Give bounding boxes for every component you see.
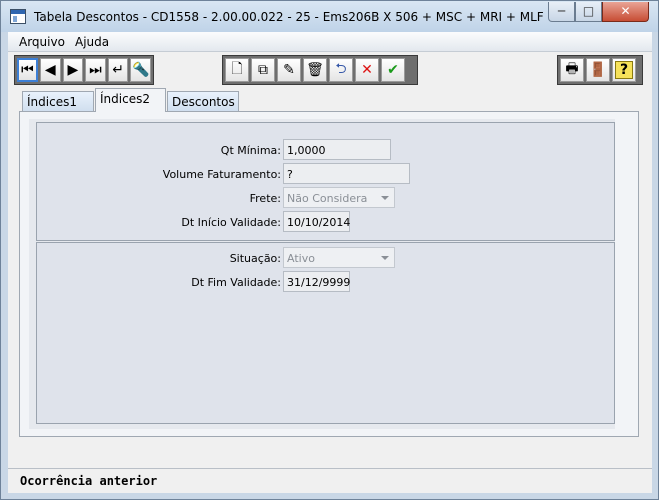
qt-minima-label: Qt Mínima: — [220, 144, 281, 157]
confirm-button[interactable]: ✔ — [381, 58, 405, 82]
application-window: Tabela Descontos - CD1558 - 2.00.00.022 … — [0, 0, 659, 500]
volume-faturamento-label: Volume Faturamento: — [162, 168, 281, 181]
status-text: Ocorrência anterior — [20, 474, 158, 488]
menu-arquivo[interactable]: Arquivo — [19, 35, 65, 49]
first-record-button[interactable]: ⏮ — [17, 58, 38, 82]
tab-indices1[interactable]: Índices1 — [22, 91, 94, 112]
copy-button[interactable]: ⧉ — [251, 58, 275, 82]
edit-toolbar-group: 🗋 ⧉ ✎ 🗑 ⮌ ✕ ✔ — [222, 55, 418, 85]
frete-label: Frete: — [249, 192, 281, 205]
new-button[interactable]: 🗋 — [225, 58, 249, 82]
status-bar: Ocorrência anterior — [8, 468, 652, 493]
help-icon: ? — [614, 61, 634, 79]
tab-indices2[interactable]: Índices2 — [95, 88, 166, 112]
dt-inicio-label: Dt Início Validade: — [181, 216, 281, 229]
situacao-combo[interactable]: Ativo — [283, 247, 395, 268]
close-button[interactable]: ✕ — [602, 2, 649, 22]
previous-record-icon: ◀ — [44, 62, 56, 78]
situacao-label: Situação: — [229, 252, 281, 265]
chevron-down-icon — [381, 196, 389, 200]
cancel-button[interactable]: ✕ — [355, 58, 379, 82]
title-bar[interactable]: Tabela Descontos - CD1558 - 2.00.00.022 … — [1, 1, 658, 32]
exit-icon: 🚪 — [589, 62, 607, 78]
search-button[interactable]: 🔦 — [130, 58, 151, 82]
groupbox-quantities: Qt Mínima: 1,0000 Volume Faturamento: ? … — [36, 122, 615, 241]
window-title: Tabela Descontos - CD1558 - 2.00.00.022 … — [34, 10, 592, 24]
undo-icon: ⮌ — [335, 61, 347, 77]
delete-icon: 🗑 — [306, 62, 324, 78]
edit-icon: ✎ — [283, 62, 295, 78]
goto-button[interactable]: ↵ — [107, 58, 129, 82]
dt-inicio-field[interactable]: 10/10/2014 — [283, 211, 350, 232]
delete-button[interactable]: 🗑 — [303, 58, 327, 82]
panel-inner: Qt Mínima: 1,0000 Volume Faturamento: ? … — [29, 119, 615, 429]
situacao-value: Ativo — [287, 252, 315, 265]
chevron-down-icon — [381, 256, 389, 260]
exit-button[interactable]: 🚪 — [586, 58, 610, 82]
previous-record-button[interactable]: ◀ — [39, 58, 61, 82]
copy-icon: ⧉ — [258, 62, 268, 78]
tab-panel-indices2: Qt Mínima: 1,0000 Volume Faturamento: ? … — [19, 111, 639, 437]
volume-faturamento-field[interactable]: ? — [283, 163, 410, 184]
qt-minima-field[interactable]: 1,0000 — [283, 139, 391, 160]
print-button[interactable]: 🖶 — [560, 58, 584, 82]
new-document-icon: 🗋 — [231, 61, 243, 77]
last-record-button[interactable]: ⏭ — [85, 58, 106, 82]
edit-button[interactable]: ✎ — [277, 58, 301, 82]
search-icon: 🔦 — [131, 62, 150, 78]
menu-ajuda[interactable]: Ajuda — [75, 35, 109, 49]
dt-fim-label: Dt Fim Validade: — [191, 276, 281, 289]
toolbar: ⏮ ◀ ▶ ⏭ ↵ 🔦 🗋 ⧉ ✎ 🗑 ⮌ ✕ ✔ 🖶 🚪 ? — [8, 53, 652, 87]
app-icon — [10, 9, 26, 24]
last-record-icon: ⏭ — [89, 62, 102, 78]
cancel-icon: ✕ — [361, 62, 373, 78]
tab-descontos[interactable]: Descontos — [167, 91, 239, 112]
dt-fim-field[interactable]: 31/12/9999 — [283, 271, 350, 292]
maximize-button[interactable]: □ — [575, 2, 602, 22]
groupbox-status: Situação: Ativo Dt Fim Validade: 31/12/9… — [36, 242, 615, 424]
minimize-button[interactable]: ─ — [548, 2, 575, 22]
next-record-icon: ▶ — [67, 62, 79, 78]
menu-bar: Arquivo Ajuda — [8, 32, 652, 52]
frete-combo[interactable]: Não Considera — [283, 187, 395, 208]
client-area: Arquivo Ajuda ⏮ ◀ ▶ ⏭ ↵ 🔦 🗋 ⧉ ✎ 🗑 ⮌ ✕ ✔ — [8, 32, 652, 493]
help-button[interactable]: ? — [612, 58, 636, 82]
undo-button[interactable]: ⮌ — [329, 58, 353, 82]
confirm-icon: ✔ — [387, 62, 399, 78]
first-record-icon: ⏮ — [21, 62, 34, 78]
frete-value: Não Considera — [287, 192, 368, 205]
navigation-toolbar-group: ⏮ ◀ ▶ ⏭ ↵ 🔦 — [14, 55, 154, 85]
next-record-button[interactable]: ▶ — [62, 58, 84, 82]
print-icon: 🖶 — [565, 61, 579, 77]
misc-toolbar-group: 🖶 🚪 ? — [557, 55, 643, 85]
goto-icon: ↵ — [112, 62, 124, 78]
